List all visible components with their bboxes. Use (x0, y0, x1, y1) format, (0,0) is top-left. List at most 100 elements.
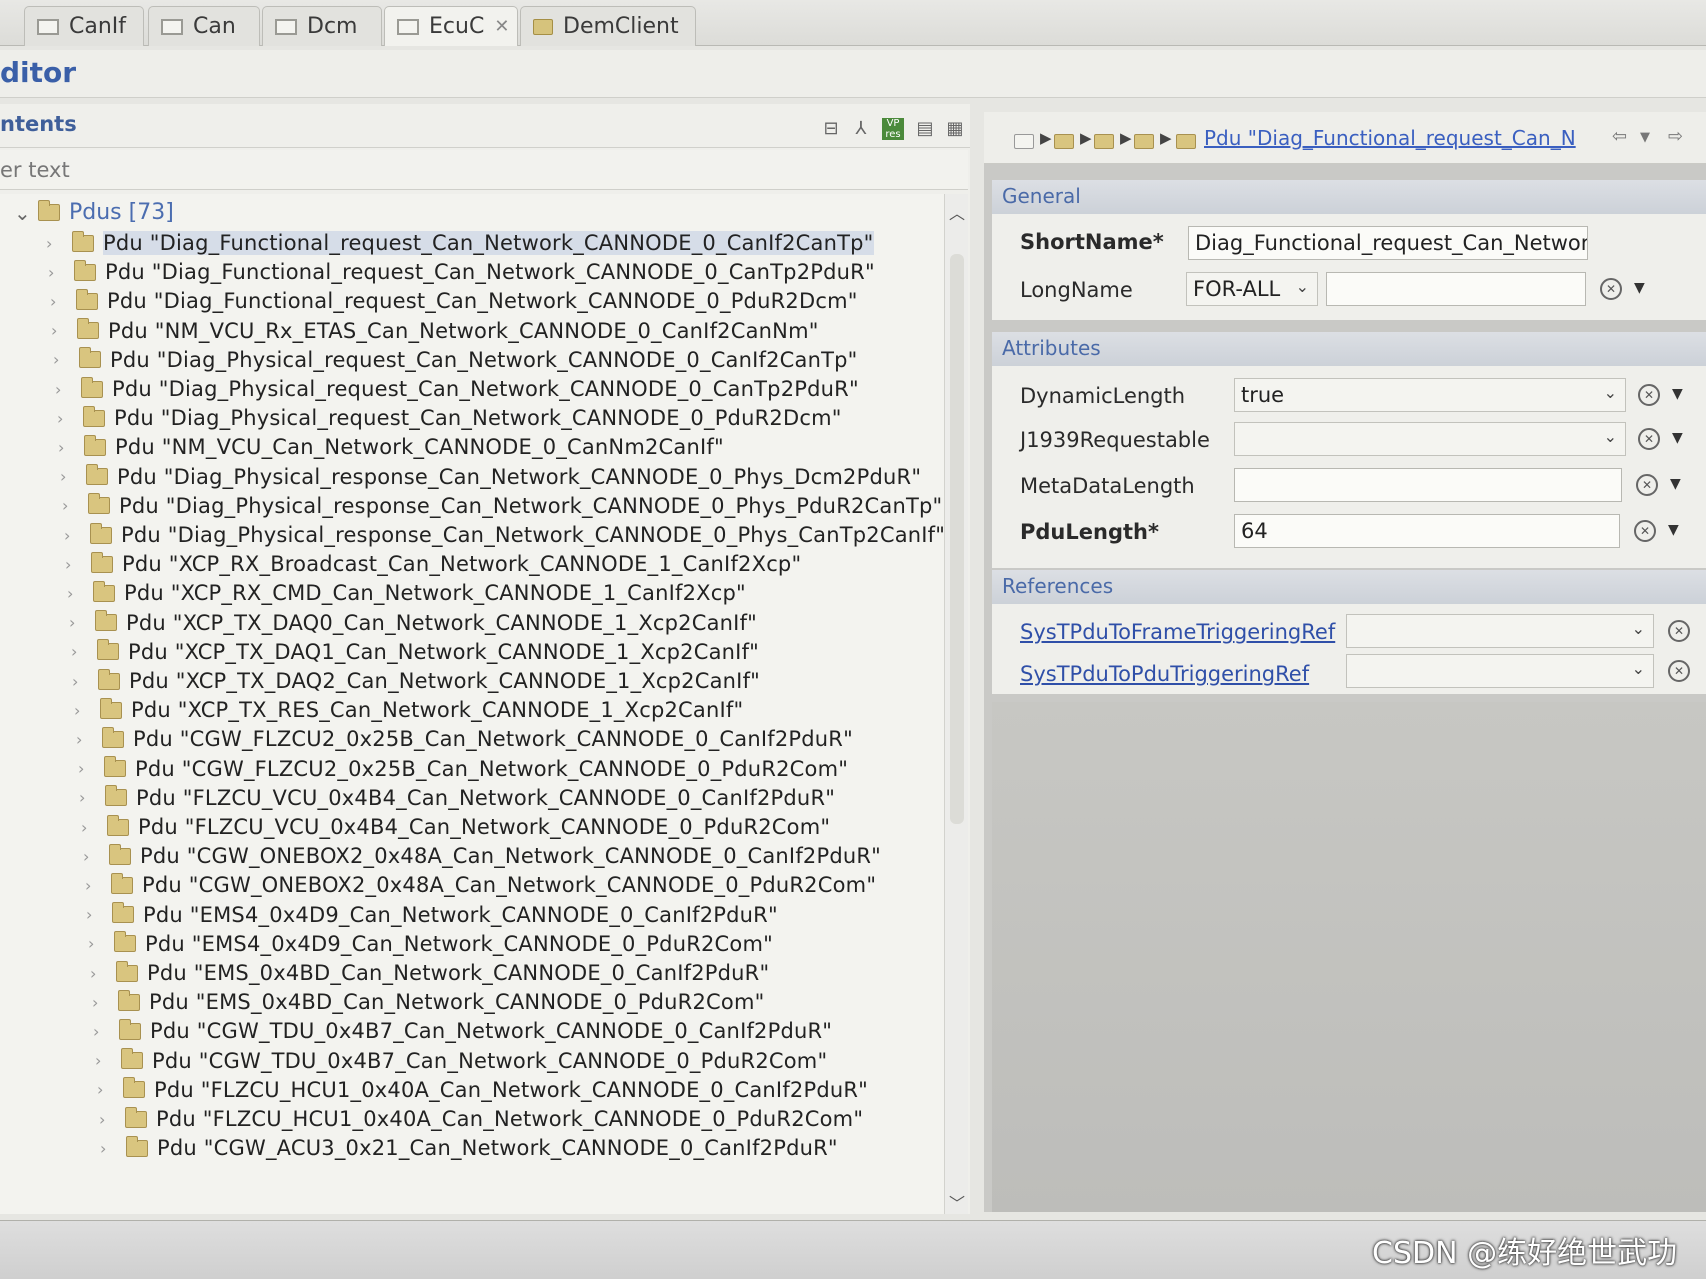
folder-icon[interactable] (1176, 134, 1196, 149)
tree-item[interactable]: › Pdu "FLZCU_HCU1_0x40A_Can_Network_CANNO… (97, 1075, 868, 1105)
chevron-right-icon[interactable]: › (62, 496, 88, 515)
clear-icon[interactable]: ✕ (1638, 428, 1660, 450)
dynamic-length-select[interactable]: true ⌄ (1234, 378, 1626, 412)
longname-field[interactable] (1326, 272, 1586, 306)
tree-item[interactable]: › Pdu "Diag_Physical_request_Can_Network_… (53, 345, 858, 375)
filter-input[interactable]: er text (0, 150, 968, 190)
chevron-right-icon[interactable]: › (67, 584, 93, 603)
tree-item[interactable]: › Pdu "Diag_Physical_request_Can_Network_… (55, 374, 859, 404)
tree-item[interactable]: › Pdu "EMS4_0x4D9_Can_Network_CANNODE_0_P… (88, 929, 773, 959)
tree-item[interactable]: › Pdu "Diag_Physical_request_Can_Network_… (57, 403, 842, 433)
chevron-right-icon[interactable]: › (90, 964, 116, 983)
attributes-section-title[interactable]: Attributes (992, 332, 1706, 366)
tab-canif[interactable]: CanIf (24, 6, 144, 46)
chevron-right-icon[interactable]: › (79, 788, 105, 807)
chevron-right-icon[interactable]: › (86, 905, 112, 924)
scroll-down-icon[interactable]: ﹀ (949, 1190, 965, 1214)
chevron-right-icon[interactable]: › (85, 876, 111, 895)
tree-item[interactable]: › Pdu "FLZCU_HCU1_0x40A_Can_Network_CANNO… (99, 1104, 863, 1134)
clear-icon[interactable]: ✕ (1636, 474, 1658, 496)
clear-icon[interactable]: ✕ (1668, 620, 1690, 642)
tree-item[interactable]: › Pdu "Diag_Functional_request_Can_Networ… (50, 286, 858, 316)
vp-res-icon[interactable]: VP res (882, 118, 904, 140)
tree-item[interactable]: › Pdu "Diag_Functional_request_Can_Networ… (48, 257, 875, 287)
tree-item[interactable]: › Pdu "FLZCU_VCU_0x4B4_Can_Network_CANNOD… (79, 783, 835, 813)
tab-can[interactable]: Can (148, 6, 260, 46)
chevron-right-icon[interactable]: › (97, 1080, 123, 1099)
document-icon[interactable]: ▤ (914, 118, 936, 140)
chevron-right-icon[interactable]: › (48, 263, 74, 282)
forward-arrow-icon[interactable]: ⇨ (1668, 126, 1683, 147)
menu-dropdown-icon[interactable]: ▼ (1668, 522, 1679, 538)
tree-scrollbar[interactable]: ︿ ﹀ (944, 194, 968, 1214)
chevron-right-icon[interactable]: › (78, 759, 104, 778)
tree-item[interactable]: › Pdu "XCP_TX_RES_Can_Network_CANNODE_1_X… (74, 695, 743, 725)
tree-item[interactable]: › Pdu "EMS4_0x4D9_Can_Network_CANNODE_0_C… (86, 900, 778, 930)
shortname-field[interactable]: Diag_Functional_request_Can_Network_( (1188, 226, 1588, 260)
chevron-right-icon[interactable]: › (72, 672, 98, 691)
tree-item[interactable]: › Pdu "CGW_TDU_0x4B7_Can_Network_CANNODE_… (93, 1016, 832, 1046)
clear-icon[interactable]: ✕ (1634, 520, 1656, 542)
tree-item[interactable]: › Pdu "EMS_0x4BD_Can_Network_CANNODE_0_Pd… (92, 987, 764, 1017)
chevron-right-icon[interactable]: › (76, 730, 102, 749)
metadata-length-field[interactable] (1234, 468, 1622, 502)
tree-item[interactable]: › Pdu "EMS_0x4BD_Can_Network_CANNODE_0_Ca… (90, 958, 769, 988)
clear-icon[interactable]: ✕ (1638, 384, 1660, 406)
chevron-right-icon[interactable]: › (69, 613, 95, 632)
menu-dropdown-icon[interactable]: ▼ (1672, 386, 1683, 402)
j1939-select[interactable]: ⌄ (1234, 422, 1626, 456)
tree-item[interactable]: › Pdu "CGW_FLZCU2_0x25B_Can_Network_CANNO… (76, 724, 853, 754)
chevron-right-icon[interactable]: › (55, 380, 81, 399)
tree-item[interactable]: › Pdu "XCP_RX_Broadcast_Can_Network_CANNO… (65, 549, 801, 579)
tree-item[interactable]: › Pdu "Diag_Physical_response_Can_Network… (60, 462, 921, 492)
pdu-triggering-ref-link[interactable]: SysTPduToPduTriggeringRef (1020, 662, 1309, 686)
general-section-title[interactable]: General (992, 180, 1706, 214)
chevron-right-icon[interactable]: › (99, 1110, 125, 1129)
tree-item[interactable]: › Pdu "XCP_TX_DAQ0_Can_Network_CANNODE_1_… (69, 608, 757, 638)
chevron-right-icon[interactable]: › (64, 526, 90, 545)
menu-dropdown-icon[interactable]: ▼ (1634, 280, 1645, 296)
frame-triggering-ref-link[interactable]: SysTPduToFrameTriggeringRef (1020, 620, 1335, 644)
folder-icon[interactable] (1134, 134, 1154, 149)
pdu-tree[interactable]: ⌄ Pdus [73] › Pdu "Diag_Functional_reques… (0, 194, 945, 1214)
scroll-thumb[interactable] (950, 254, 964, 824)
breadcrumb-link[interactable]: Pdu "Diag_Functional_request_Can_N (1204, 126, 1576, 150)
tree-item[interactable]: › Pdu "Diag_Physical_response_Can_Network… (62, 491, 942, 521)
back-arrow-icon[interactable]: ⇦ (1612, 126, 1627, 147)
root-icon[interactable] (1014, 134, 1034, 149)
chevron-right-icon[interactable]: › (71, 642, 97, 661)
tree-item[interactable]: › Pdu "CGW_FLZCU2_0x25B_Can_Network_CANNO… (78, 754, 848, 784)
folder-icon[interactable] (1094, 134, 1114, 149)
chevron-right-icon[interactable]: › (65, 555, 91, 574)
pdu-triggering-ref-select[interactable]: ⌄ (1346, 654, 1654, 688)
folder-icon[interactable] (1054, 134, 1074, 149)
tree-item[interactable]: › Pdu "XCP_RX_CMD_Can_Network_CANNODE_1_C… (67, 578, 746, 608)
chevron-right-icon[interactable]: › (46, 234, 72, 253)
dropdown-icon[interactable]: ▼ (1640, 130, 1650, 145)
tab-dcm[interactable]: Dcm (262, 6, 382, 46)
chevron-right-icon[interactable]: › (50, 292, 76, 311)
tree-item[interactable]: › Pdu "Diag_Physical_response_Can_Network… (64, 520, 945, 550)
tree-item[interactable]: › Pdu "Diag_Functional_request_Can_Networ… (46, 228, 874, 258)
chevron-right-icon[interactable]: › (100, 1139, 126, 1158)
tree-item[interactable]: › Pdu "NM_VCU_Rx_ETAS_Can_Network_CANNODE… (51, 316, 819, 346)
tab-ecuc[interactable]: EcuC ✕ (384, 6, 518, 46)
chevron-right-icon[interactable]: › (83, 847, 109, 866)
chevron-right-icon[interactable]: › (93, 1022, 119, 1041)
tree-item[interactable]: › Pdu "XCP_TX_DAQ2_Can_Network_CANNODE_1_… (72, 666, 760, 696)
menu-dropdown-icon[interactable]: ▼ (1672, 430, 1683, 446)
table-icon[interactable]: ▦ (944, 118, 966, 140)
tree-item[interactable]: › Pdu "NM_VCU_Can_Network_CANNODE_0_CanNm… (58, 432, 724, 462)
chevron-right-icon[interactable]: › (81, 818, 107, 837)
tree-item[interactable]: › Pdu "CGW_ONEBOX2_0x48A_Can_Network_CANN… (85, 870, 876, 900)
longname-lang-select[interactable]: FOR-ALL ⌄ (1186, 272, 1318, 306)
chevron-right-icon[interactable]: › (74, 701, 100, 720)
chevron-down-icon[interactable]: ⌄ (14, 201, 38, 225)
clear-icon[interactable]: ✕ (1668, 660, 1690, 682)
tree-item[interactable]: › Pdu "CGW_TDU_0x4B7_Can_Network_CANNODE_… (95, 1046, 827, 1076)
tree-root-pdus[interactable]: ⌄ Pdus [73] (14, 200, 174, 225)
chevron-right-icon[interactable]: › (60, 467, 86, 486)
frame-triggering-ref-select[interactable]: ⌄ (1346, 614, 1654, 648)
tab-demclient[interactable]: DemClient (520, 6, 696, 46)
chevron-right-icon[interactable]: › (53, 350, 79, 369)
